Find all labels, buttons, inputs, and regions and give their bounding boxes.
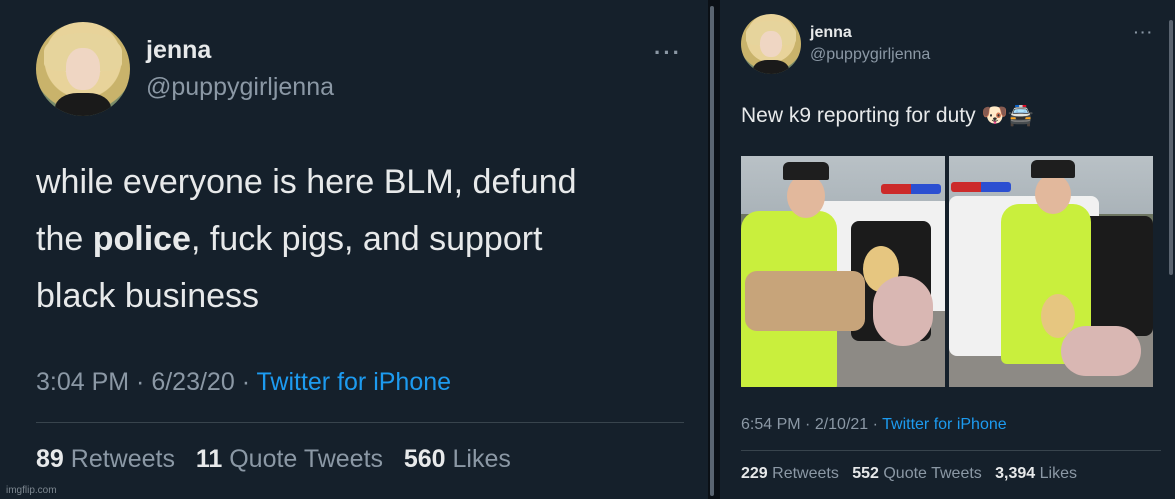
avatar-body — [54, 93, 112, 116]
tweet-text-line-2-start: the — [36, 220, 93, 258]
avatar-body — [753, 59, 789, 74]
more-options-icon[interactable]: ··· — [1134, 24, 1154, 40]
tweet-photo-1[interactable] — [741, 156, 945, 387]
retweets-stat[interactable]: 89 Retweets — [36, 445, 175, 473]
tweet-time[interactable]: 3:04 PM — [36, 368, 129, 396]
quote-tweets-label: Quote Tweets — [883, 465, 982, 482]
tweet-meta: 6:54 PM · 2/10/21 · Twitter for iPhone — [741, 416, 1007, 433]
quote-tweets-stat[interactable]: 552 Quote Tweets — [852, 465, 982, 482]
likes-label: Likes — [1039, 465, 1077, 482]
likes-stat[interactable]: 560 Likes — [404, 445, 511, 473]
quote-tweets-count: 552 — [852, 465, 879, 482]
tweet-time[interactable]: 6:54 PM — [741, 416, 801, 433]
likes-stat[interactable]: 3,394 Likes — [995, 465, 1077, 482]
tweet-text-line-1: while everyone is here BLM, defund — [36, 163, 577, 201]
tweet-stats: 89 Retweets 11 Quote Tweets 560 Likes — [36, 445, 511, 474]
likes-count: 560 — [403, 445, 446, 473]
avatar-face — [66, 48, 100, 90]
tweet-source-link[interactable]: Twitter for iPhone — [257, 368, 452, 396]
left-tweet-panel: jenna @puppygirljenna ··· while everyone… — [0, 0, 708, 499]
woman — [1061, 326, 1141, 376]
user-handle[interactable]: @puppygirljenna — [146, 73, 334, 102]
tweet-text: New k9 reporting for duty 🐶🚔 — [741, 104, 1034, 127]
tweet-meta: 3:04 PM · 6/23/20 · Twitter for iPhone — [36, 368, 452, 396]
tweet-stats: 229 Retweets 552 Quote Tweets 3,394 Like… — [741, 465, 1077, 483]
tweet-text-line-2-end: , fuck pigs, and support — [190, 220, 543, 258]
retweets-label: Retweets — [772, 465, 839, 482]
light-bar — [951, 182, 1011, 192]
avatar-face — [760, 30, 782, 58]
retweets-label: Retweets — [70, 445, 175, 473]
tweet-photo-2[interactable] — [949, 156, 1153, 387]
more-options-icon[interactable]: ··· — [654, 40, 682, 66]
officer-head — [1035, 174, 1071, 214]
quote-tweets-stat[interactable]: 11 Quote Tweets — [196, 445, 383, 473]
divider — [36, 422, 684, 423]
tweet-text-bold-word: police — [92, 220, 191, 258]
retweets-stat[interactable]: 229 Retweets — [741, 465, 839, 482]
display-name[interactable]: jenna — [146, 36, 211, 65]
light-bar — [881, 184, 941, 194]
likes-count: 3,394 — [995, 465, 1036, 482]
likes-label: Likes — [452, 445, 511, 473]
right-scrollbar[interactable] — [1169, 20, 1173, 275]
officer-cap — [783, 162, 829, 180]
bite-sleeve — [745, 271, 865, 331]
divider — [741, 450, 1161, 451]
user-handle[interactable]: @puppygirljenna — [810, 46, 930, 64]
tweet-date[interactable]: 2/10/21 — [815, 416, 868, 433]
panel-divider — [708, 0, 720, 499]
officer-cap — [1031, 160, 1075, 178]
quote-tweets-count: 11 — [195, 445, 223, 473]
avatar[interactable] — [741, 14, 801, 74]
tweet-date[interactable]: 6/23/20 — [151, 368, 234, 396]
tweet-source-link[interactable]: Twitter for iPhone — [882, 416, 1007, 433]
quote-tweets-label: Quote Tweets — [229, 445, 384, 473]
woman — [873, 276, 933, 346]
display-name[interactable]: jenna — [810, 24, 852, 42]
left-scrollbar[interactable] — [710, 6, 714, 496]
retweets-count: 89 — [36, 445, 64, 473]
retweets-count: 229 — [741, 465, 768, 482]
officer-head — [787, 174, 825, 218]
tweet-text-line-2: the police, fuck pigs, and support — [36, 220, 543, 259]
avatar[interactable] — [36, 22, 130, 116]
right-tweet-panel: jenna @puppygirljenna ··· New k9 reporti… — [720, 0, 1175, 499]
watermark: imgflip.com — [6, 485, 57, 496]
tweet-text-line-3: black business — [36, 277, 260, 315]
